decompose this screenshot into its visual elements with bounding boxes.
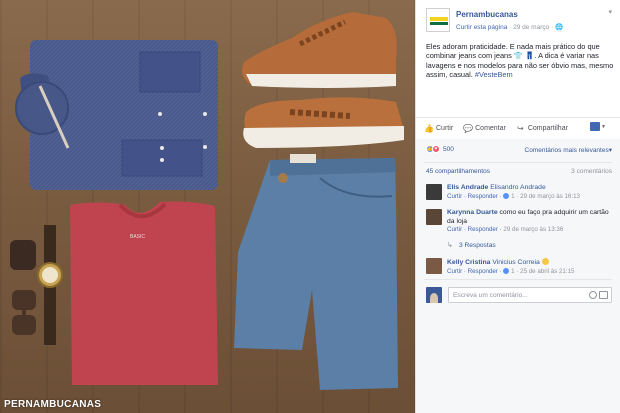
separator: ·	[509, 24, 512, 31]
comment-icon: 💬	[463, 123, 474, 133]
comment-time[interactable]: · 25 de abril às 21:15	[516, 268, 574, 275]
comment-meta: Curtir · Responder · 1 · 29 de março às …	[447, 192, 614, 202]
comment-author[interactable]: Elis Andrade	[447, 184, 488, 191]
comments-section: 👍 ♥ 500 Comentários mais relevantes▾ 45 …	[416, 139, 620, 413]
reactions-summary[interactable]: 👍 ♥ 500	[426, 145, 454, 153]
post-text: Eles adoram praticidade. E nada mais prá…	[426, 42, 614, 79]
comment-body: Kelly Cristina Vinicius Correia Curtir ·…	[447, 258, 614, 276]
comment-input-box[interactable]	[448, 287, 612, 303]
post-header: Pernambucanas Curtir esta página · 29 de…	[424, 6, 614, 34]
replies-label: 3 Respostas	[459, 242, 496, 249]
emoji-icon[interactable]	[589, 291, 597, 299]
comment-author[interactable]: Karynna Duarte	[447, 209, 498, 216]
like-reaction-icon	[503, 192, 510, 199]
jeans	[234, 154, 398, 390]
divider	[424, 162, 612, 163]
smile-emoji-icon	[541, 258, 549, 265]
like-button[interactable]: 👍 Curtir	[424, 124, 453, 133]
like-label: Curtir	[436, 124, 454, 132]
divider	[424, 279, 612, 280]
avatar	[426, 287, 442, 303]
comment-label: Comentar	[475, 124, 506, 132]
comment-input[interactable]	[453, 290, 573, 301]
post-body: Eles adoram praticidade. E nada mais prá…	[426, 42, 614, 79]
comment-meta: Curtir · Responder · 1 · 25 de abril às …	[447, 267, 614, 277]
brand-watermark: PERNAMBUCANAS	[4, 399, 102, 410]
comments-count[interactable]: 3 comentários	[571, 168, 612, 175]
camera-icon[interactable]	[599, 291, 608, 299]
comment-time[interactable]: 29 de março às 13:36	[503, 226, 563, 233]
comment-mention[interactable]: Elisandro Andrade	[490, 184, 546, 191]
comment-button[interactable]: 💬 Comentar	[463, 124, 506, 133]
comment-body: Karynna Duarte como eu faço pra adquirir…	[447, 209, 614, 235]
chevron-down-icon: ▼	[601, 123, 606, 130]
chevron-down-icon[interactable]: ▾	[608, 8, 612, 16]
reply-arrow-icon: ↳	[447, 241, 453, 249]
comment-mention[interactable]: Vinicius Correia	[492, 259, 539, 266]
comment-actions[interactable]: Curtir · Responder ·	[447, 226, 502, 233]
comment-actions[interactable]: Curtir · Responder ·	[447, 268, 502, 275]
share-button[interactable]: ↪ Compartilhar	[516, 124, 568, 133]
shares-link[interactable]: 45 compartilhamentos	[426, 168, 490, 175]
page-logo[interactable]	[426, 8, 450, 32]
page-avatar-icon	[590, 122, 601, 131]
comment-composer	[426, 284, 612, 306]
logo-yellow-bar	[430, 17, 448, 21]
comment-like-count[interactable]: 1	[511, 193, 514, 200]
post-photo[interactable]: BASIC PERNAMBUCANAS	[0, 0, 415, 413]
post-as-selector[interactable]: ▼	[590, 122, 606, 131]
hashtag-link[interactable]: #VesteBem	[475, 70, 513, 79]
follow-page-link[interactable]: Curtir esta página	[456, 24, 507, 31]
share-label: Compartilhar	[527, 124, 568, 132]
comment-body: Elis Andrade Elisandro Andrade Curtir · …	[447, 184, 614, 201]
chevron-down-icon: ▾	[608, 147, 612, 154]
sunglasses	[10, 240, 36, 335]
comment-time[interactable]: · 29 de março às 16:13	[516, 193, 580, 200]
outfit-illustration: BASIC	[10, 12, 404, 390]
thumbs-up-icon: 👍	[424, 123, 434, 133]
reaction-count: 500	[443, 145, 454, 153]
like-reaction-icon	[503, 267, 510, 274]
avatar[interactable]	[426, 209, 442, 225]
comment-sort-dropdown[interactable]: Comentários mais relevantes▾	[525, 146, 612, 154]
comment-author[interactable]: Kelly Cristina	[447, 259, 490, 266]
post-panel: Pernambucanas Curtir esta página · 29 de…	[415, 0, 620, 413]
logo-green-bar	[430, 22, 448, 25]
comment-meta: Curtir · Responder · 29 de março às 13:3…	[447, 226, 614, 235]
svg-text:BASIC: BASIC	[130, 234, 145, 240]
divider	[416, 117, 620, 118]
view-replies-link[interactable]: ↳ 3 Respostas	[447, 241, 496, 250]
leather-sneakers	[242, 12, 404, 148]
comment-like-count[interactable]: 1	[511, 268, 514, 275]
watch	[37, 225, 63, 345]
share-icon: ↪	[517, 123, 524, 133]
sort-label: Comentários mais relevantes	[524, 147, 609, 154]
post-date[interactable]: 29 de março	[513, 24, 549, 31]
avatar[interactable]	[426, 184, 442, 200]
love-reaction-icon: ♥	[432, 145, 440, 153]
page-name-link[interactable]: Pernambucanas	[456, 10, 518, 19]
post-subline: Curtir esta página · 29 de março · 🌐	[456, 23, 563, 31]
avatar[interactable]	[426, 258, 442, 274]
denim-shirt	[15, 40, 218, 190]
separator: ·	[551, 24, 554, 31]
comment-actions[interactable]: Curtir · Responder ·	[447, 193, 502, 200]
globe-icon: 🌐	[555, 24, 564, 31]
red-tshirt: BASIC	[70, 201, 218, 385]
action-bar: 👍 Curtir 💬 Comentar ↪ Compartilhar ▼	[424, 120, 614, 136]
